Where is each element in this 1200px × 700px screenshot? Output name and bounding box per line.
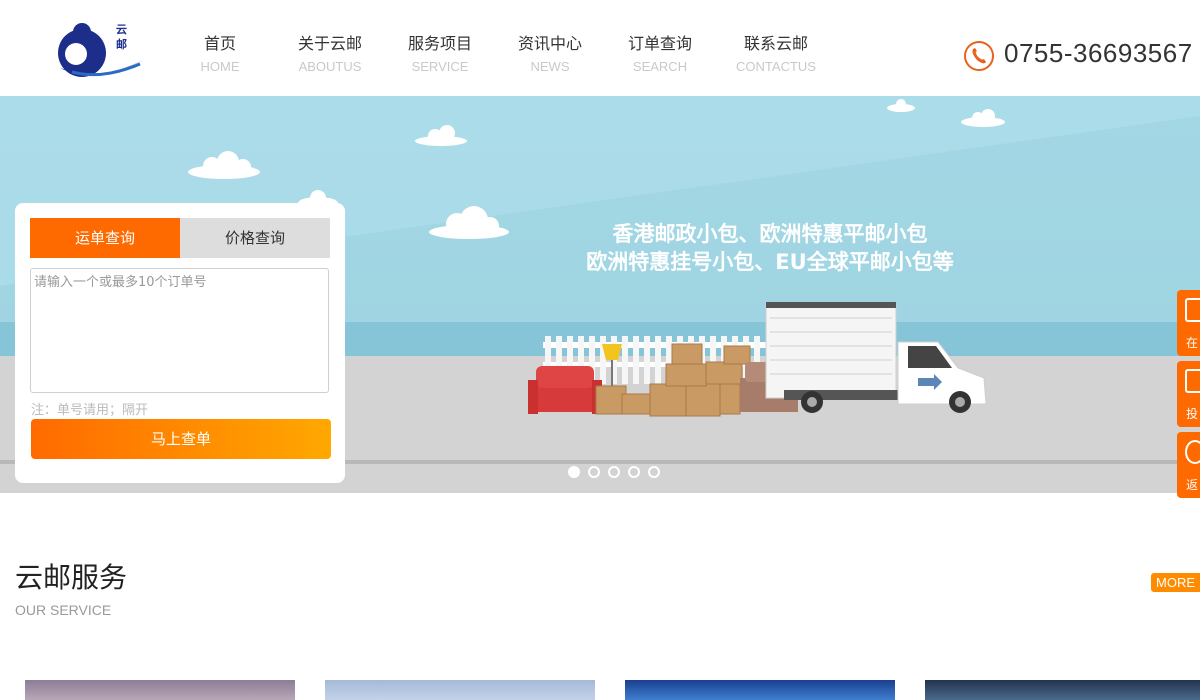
nav-sublabel: CONTACTUS <box>736 59 816 74</box>
service-card-2[interactable] <box>325 680 595 700</box>
side-label: 返 <box>1186 478 1199 492</box>
carousel-dots <box>568 466 660 478</box>
input-hint: 注：单号请用；隔开 <box>31 403 149 418</box>
side-label: 在 <box>1186 336 1199 350</box>
nav-sublabel: NEWS <box>530 59 570 74</box>
banner-slogan-line1: 香港邮政小包、欧洲特惠平邮小包 <box>612 222 928 246</box>
side-complaint[interactable]: 投 <box>1177 361 1200 427</box>
top-icon <box>1185 440 1200 464</box>
side-back-to-top[interactable]: 返 <box>1177 432 1200 498</box>
nav-contactus[interactable]: 联系云邮 CONTACTUS <box>730 34 822 74</box>
nav-home[interactable]: 首页 HOME <box>190 34 250 74</box>
mail-icon <box>1185 369 1200 393</box>
svg-text:云: 云 <box>116 23 127 36</box>
nav-label: 首页 <box>203 34 236 53</box>
carousel-dot-4[interactable] <box>628 466 640 478</box>
banner-slogan-line2: 欧洲特惠挂号小包、EU全球平邮小包等 <box>586 250 954 274</box>
nav-sublabel: HOME <box>200 59 240 74</box>
tracking-query-panel: 运单查询 价格查询 注：单号请用；隔开 马上查单 <box>15 203 345 483</box>
tracking-number-input[interactable] <box>30 268 329 393</box>
nav-service[interactable]: 服务项目 SERVICE <box>400 34 480 74</box>
nav-label: 服务项目 <box>407 34 472 53</box>
carousel-dot-3[interactable] <box>608 466 620 478</box>
nav-aboutus[interactable]: 关于云邮 ABOUTUS <box>290 34 370 74</box>
side-label: 投 <box>1186 407 1199 421</box>
nav-label: 资讯中心 <box>517 34 582 53</box>
nav-sublabel: SERVICE <box>411 59 469 74</box>
nav-search[interactable]: 订单查询 SEARCH <box>620 34 700 74</box>
nav-sublabel: ABOUTUS <box>298 59 362 74</box>
carousel-dot-2[interactable] <box>588 466 600 478</box>
nav-label: 关于云邮 <box>297 34 362 53</box>
tab-waybill-query[interactable]: 运单查询 <box>30 218 180 258</box>
side-online-service[interactable]: 在 <box>1177 290 1200 356</box>
hotline-number: 0755-36693567 <box>1004 38 1193 68</box>
nav-label: 订单查询 <box>627 34 692 53</box>
service-card-4[interactable] <box>925 680 1200 700</box>
nav-label: 联系云邮 <box>743 34 808 53</box>
logo-icon[interactable]: 云 邮 <box>52 20 147 82</box>
svg-text:邮: 邮 <box>116 37 127 51</box>
phone-icon <box>964 41 994 71</box>
service-card-3[interactable] <box>625 680 895 700</box>
site-header: 云 邮 首页 HOME 关于云邮 ABOUTUS 服务项目 SERVICE 资讯… <box>0 0 1200 96</box>
nav-news[interactable]: 资讯中心 NEWS <box>510 34 590 74</box>
query-submit-button[interactable]: 马上查单 <box>31 419 331 459</box>
section-subtitle: OUR SERVICE <box>15 602 112 618</box>
tab-price-query[interactable]: 价格查询 <box>180 218 330 258</box>
service-card-1[interactable] <box>25 680 295 700</box>
nav-sublabel: SEARCH <box>632 59 688 74</box>
section-title: 云邮服务 <box>15 561 128 594</box>
more-button[interactable]: MORE <box>1151 573 1200 592</box>
carousel-dot-1[interactable] <box>568 466 580 478</box>
carousel-dot-5[interactable] <box>648 466 660 478</box>
phone-card-icon <box>1185 298 1200 322</box>
